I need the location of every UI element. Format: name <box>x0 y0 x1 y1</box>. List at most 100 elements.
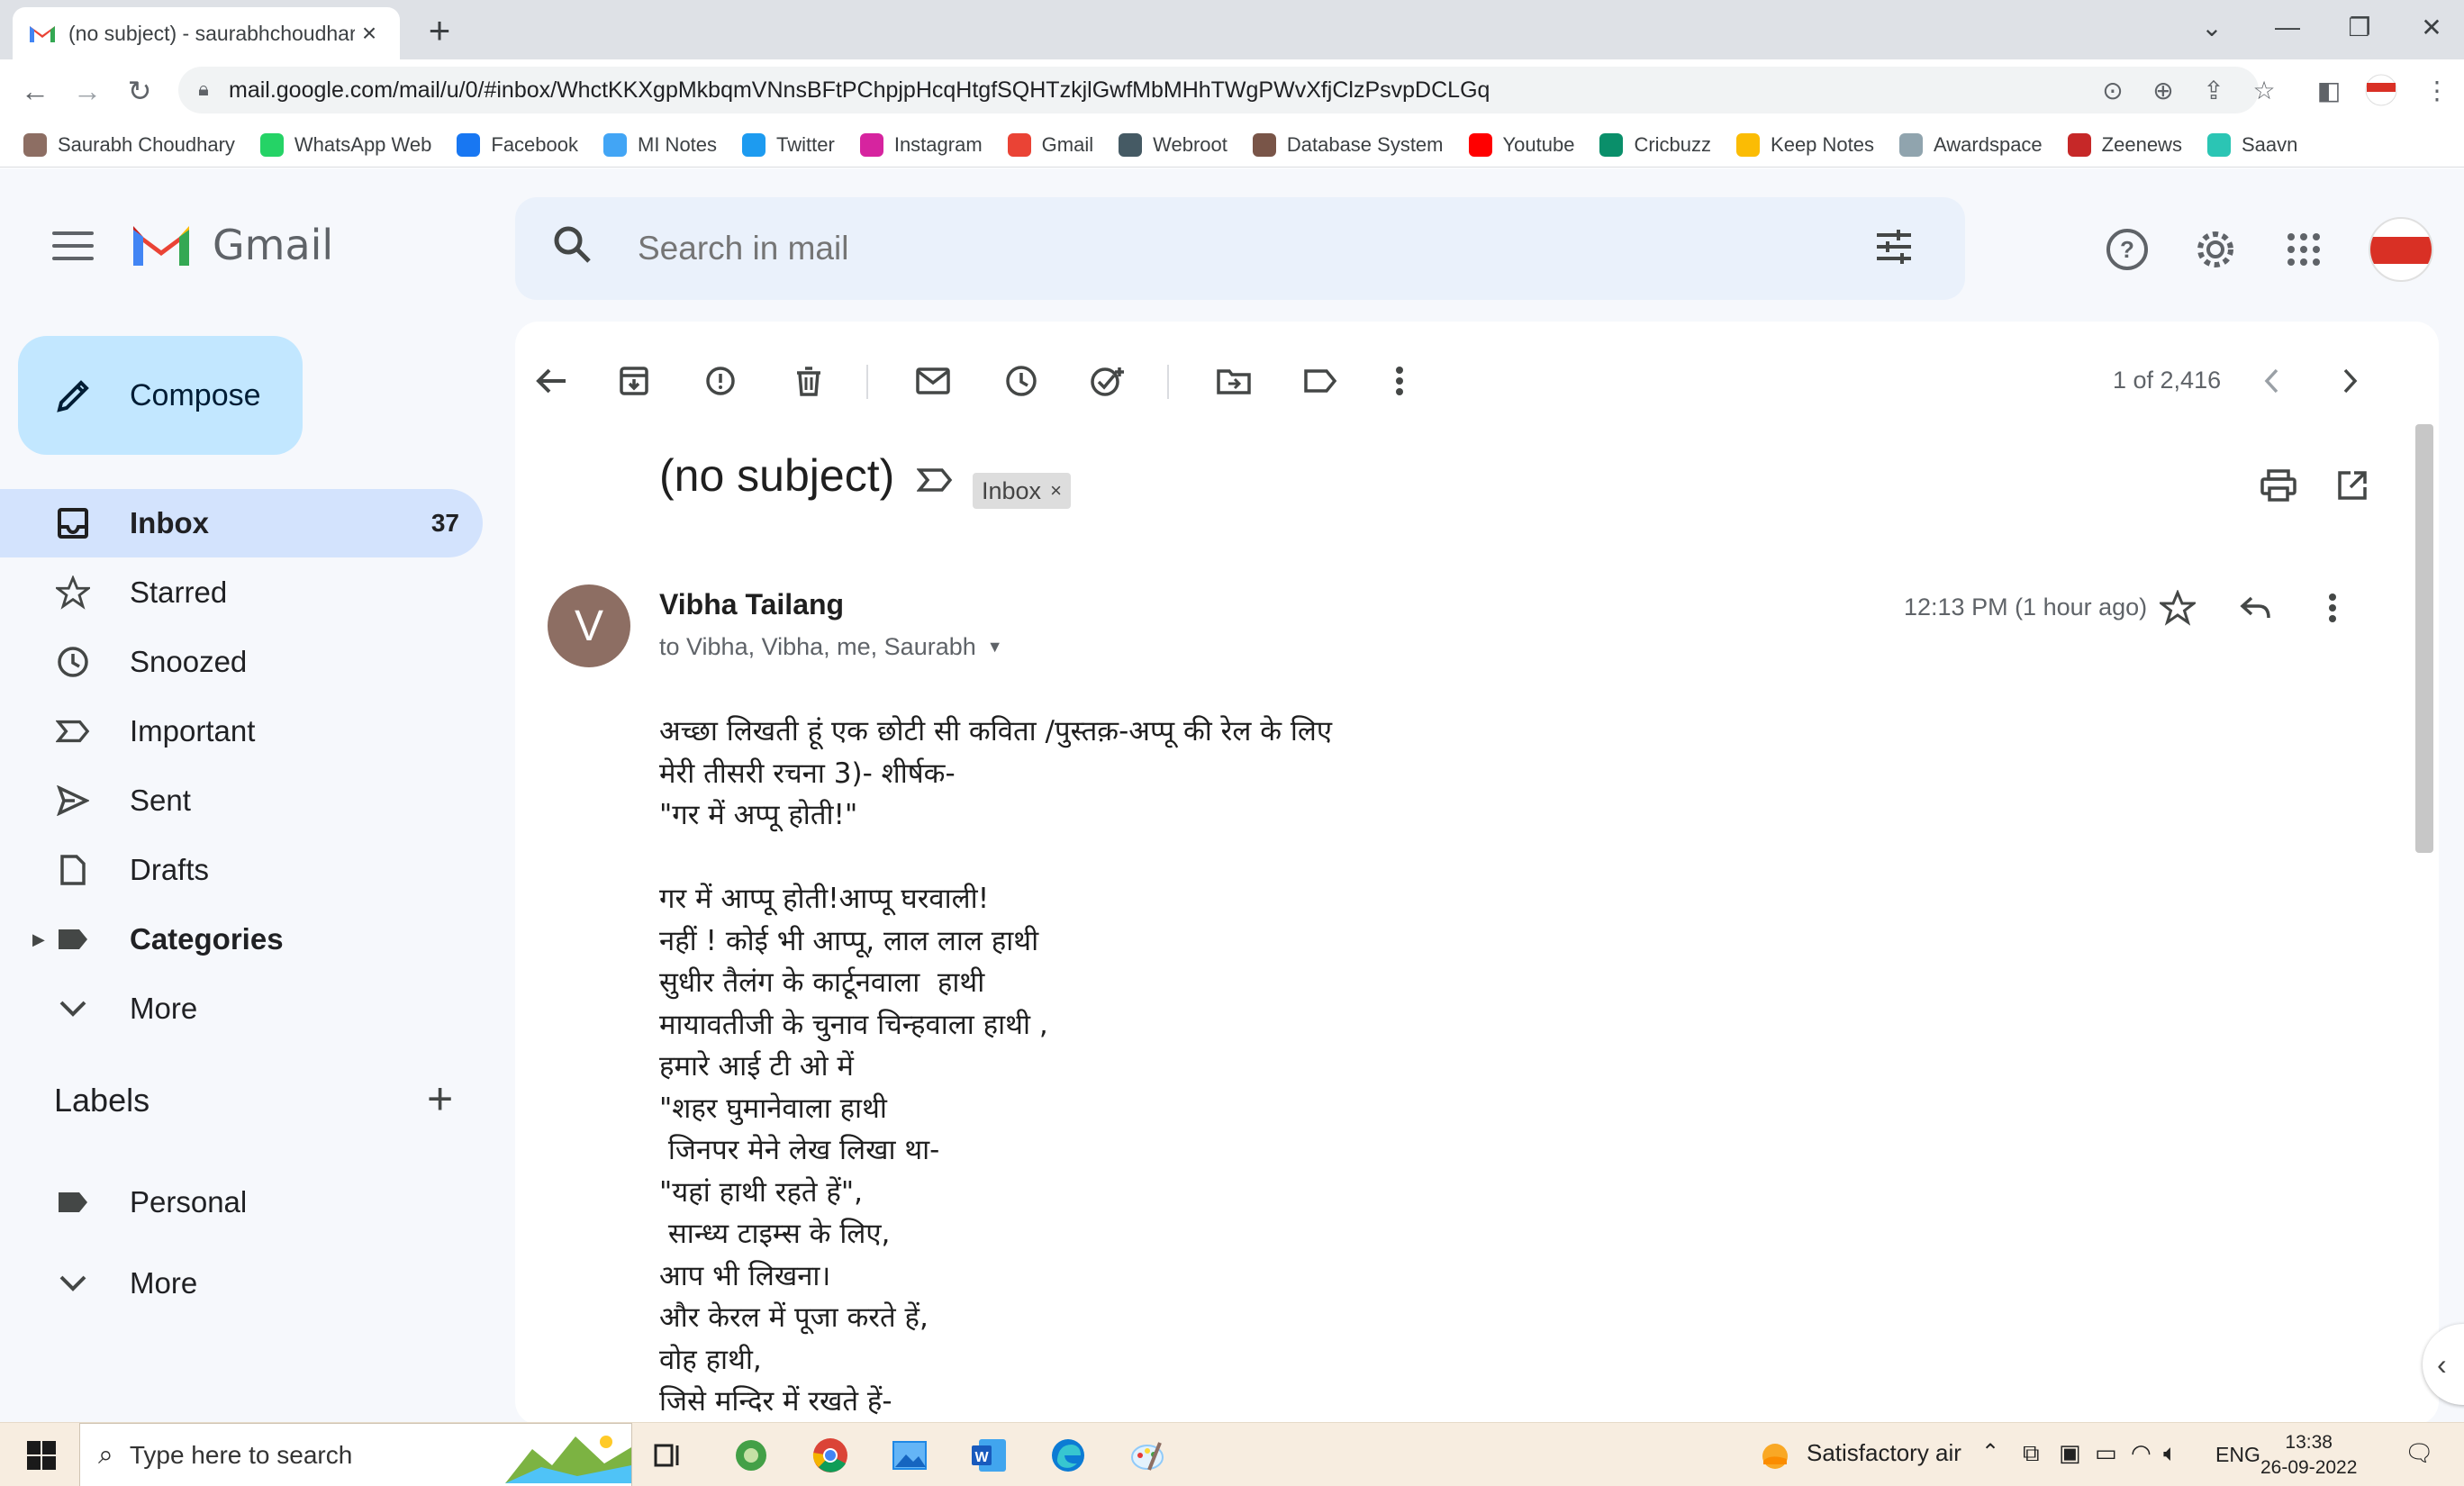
network-tray-icon[interactable]: ▣ <box>2059 1439 2081 1467</box>
chrome-taskbar-icon[interactable] <box>807 1432 854 1479</box>
older-chevron-right-icon[interactable] <box>2325 356 2376 406</box>
sidebar-item-drafts[interactable]: Drafts <box>0 836 486 904</box>
sidebar-item-sent[interactable]: Sent <box>0 766 486 835</box>
forward-arrow-icon[interactable]: → <box>68 72 106 110</box>
archive-icon[interactable] <box>609 356 659 406</box>
sender-name[interactable]: Vibha Tailang <box>659 588 844 621</box>
newer-chevron-left-icon[interactable] <box>2246 356 2296 406</box>
reload-icon[interactable]: ↻ <box>121 72 159 110</box>
photos-taskbar-icon[interactable] <box>886 1432 933 1479</box>
apps-grid-icon[interactable] <box>2277 222 2331 276</box>
battery-icon[interactable]: ▭ <box>2095 1439 2117 1467</box>
sidebar-item-categories[interactable]: ▶ Categories <box>0 905 486 974</box>
bookmark-item[interactable]: Database System <box>1252 132 1444 157</box>
bookmark-item[interactable]: Saavn <box>2206 132 2297 157</box>
message-more-icon[interactable] <box>2307 583 2358 633</box>
language-indicator[interactable]: ENG <box>2215 1443 2260 1467</box>
show-hidden-icons-chevron-icon[interactable]: ⌃ <box>1981 1439 1999 1465</box>
restore-button[interactable]: ❐ <box>2331 7 2388 47</box>
volume-icon[interactable]: 🔈︎ <box>2163 1439 2178 1468</box>
report-spam-icon[interactable] <box>695 356 746 406</box>
tab-search-icon[interactable]: ⌄ <box>2183 7 2241 47</box>
inbox-label-chip[interactable]: Inbox × <box>973 473 1071 509</box>
meet-now-icon[interactable]: ⧉ <box>2023 1439 2040 1468</box>
bookmark-item[interactable]: Gmail <box>1007 132 1093 157</box>
search-options-icon[interactable] <box>1873 226 1927 272</box>
sidebar-item-important[interactable]: Important <box>0 697 486 766</box>
windows-start-icon[interactable] <box>27 1441 56 1470</box>
bookmark-item[interactable]: Keep Notes <box>1736 132 1874 157</box>
add-to-tasks-icon[interactable] <box>1083 356 1133 406</box>
task-view-icon[interactable] <box>645 1432 692 1479</box>
label-tag-icon[interactable] <box>1295 356 1345 406</box>
sidebar-item-personal[interactable]: Personal <box>0 1168 486 1237</box>
lock-icon[interactable]: 🔒︎ <box>191 77 216 103</box>
details-dropdown-icon[interactable]: ▼ <box>987 638 1003 657</box>
tab-close-icon[interactable]: × <box>355 19 384 48</box>
move-to-icon[interactable] <box>1209 356 1259 406</box>
bookmark-item[interactable]: Cricbuzz <box>1599 132 1711 157</box>
bookmark-item[interactable]: MI Notes <box>603 132 717 157</box>
bookmark-item[interactable]: Facebook <box>457 132 578 157</box>
bookmark-star-icon[interactable]: ☆ <box>2246 72 2282 108</box>
zoom-icon[interactable]: ⊕ <box>2145 72 2181 108</box>
location-icon[interactable]: ⊙ <box>2095 72 2131 108</box>
settings-gear-icon[interactable] <box>2188 222 2242 276</box>
word-taskbar-icon[interactable]: W <box>965 1432 1012 1479</box>
wifi-icon[interactable]: ◠ <box>2131 1439 2151 1467</box>
new-tab-button[interactable]: + <box>416 7 463 54</box>
taskbar-clock[interactable]: 13:38 26-09-2022 <box>2260 1430 2357 1481</box>
bookmark-item[interactable]: WhatsApp Web <box>259 132 431 157</box>
star-icon[interactable] <box>2152 583 2203 633</box>
print-icon[interactable] <box>2253 460 2304 511</box>
sidebar-item-starred[interactable]: Starred <box>0 558 486 627</box>
sidebar-item-snoozed[interactable]: Snoozed <box>0 628 486 696</box>
main-menu-icon[interactable] <box>52 231 94 264</box>
more-actions-icon[interactable] <box>1374 356 1425 406</box>
sender-avatar[interactable]: V <box>548 584 630 667</box>
notification-center-icon[interactable]: 🗨︎ <box>2405 1439 2434 1467</box>
paint-taskbar-icon[interactable] <box>1124 1432 1171 1479</box>
bookmark-item[interactable]: Saurabh Choudhary <box>23 132 235 157</box>
air-quality-icon[interactable] <box>1760 1441 1790 1472</box>
bookmark-item[interactable]: Zeenews <box>2067 132 2182 157</box>
bookmark-item[interactable]: Awardspace <box>1899 132 2043 157</box>
search-input[interactable] <box>638 230 1873 267</box>
expand-caret-icon[interactable]: ▶ <box>32 930 45 949</box>
scrollbar-thumb[interactable] <box>2415 424 2433 853</box>
back-arrow-icon[interactable]: ← <box>16 72 54 110</box>
add-label-icon[interactable]: + <box>427 1073 453 1125</box>
minimize-button[interactable]: — <box>2259 7 2316 47</box>
address-bar[interactable]: 🔒︎ mail.google.com/mail/u/0/#inbox/WhctK… <box>178 67 2259 113</box>
sidebar-item-more[interactable]: More <box>0 1249 486 1318</box>
bookmark-item[interactable]: Twitter <box>742 132 835 157</box>
share-icon[interactable]: ⇪ <box>2196 72 2232 108</box>
snooze-clock-icon[interactable] <box>996 356 1046 406</box>
url-text[interactable]: mail.google.com/mail/u/0/#inbox/WhctKKXg… <box>229 77 1490 104</box>
profile-avatar-icon[interactable] <box>2363 72 2399 108</box>
search-icon[interactable] <box>551 223 614 275</box>
mark-unread-icon[interactable] <box>908 356 958 406</box>
taskbar-search-box[interactable]: ⌕ Type here to search <box>79 1423 632 1486</box>
sidebar-item-more[interactable]: More <box>0 974 486 1043</box>
weather-status[interactable]: Satisfactory air <box>1807 1439 1961 1467</box>
side-panel-icon[interactable]: ◧ <box>2311 72 2347 108</box>
gmail-logo[interactable]: Gmail <box>130 221 333 269</box>
important-marker-icon[interactable] <box>917 467 953 493</box>
account-avatar[interactable] <box>2369 217 2433 282</box>
remove-label-icon[interactable]: × <box>1050 479 1062 503</box>
close-window-button[interactable]: ✕ <box>2403 7 2460 47</box>
compose-button[interactable]: Compose <box>18 336 303 455</box>
recipients-line[interactable]: to Vibha, Vibha, me, Saurabh ▼ <box>659 633 1003 661</box>
bookmark-item[interactable]: Youtube <box>1468 132 1574 157</box>
reply-icon[interactable] <box>2230 583 2280 633</box>
bookmark-item[interactable]: Instagram <box>859 132 983 157</box>
edge-taskbar-icon[interactable] <box>1045 1432 1092 1479</box>
sidebar-item-inbox[interactable]: Inbox 37 <box>0 489 483 557</box>
open-new-window-icon[interactable] <box>2327 460 2378 511</box>
delete-trash-icon[interactable] <box>784 356 834 406</box>
bookmark-item[interactable]: Webroot <box>1119 132 1227 157</box>
green-app-icon[interactable] <box>728 1432 775 1479</box>
back-to-inbox-icon[interactable] <box>526 356 576 406</box>
browser-tab[interactable]: (no subject) - saurabhchoudhary × <box>13 7 400 59</box>
